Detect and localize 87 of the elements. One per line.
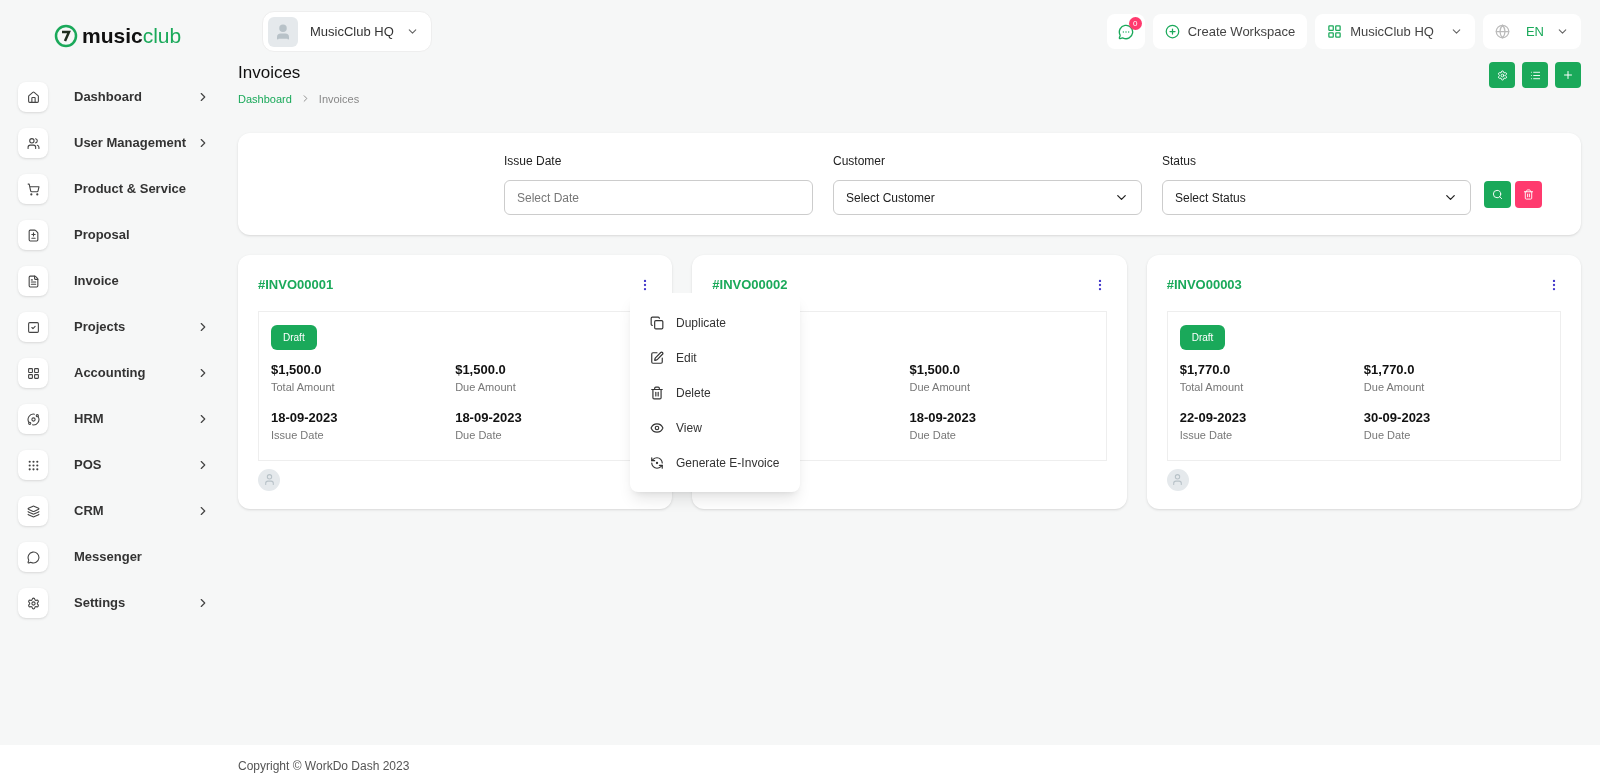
checkbox-icon bbox=[26, 320, 40, 334]
notification-badge: 0 bbox=[1128, 17, 1142, 30]
sidebar-item[interactable]: POS bbox=[18, 450, 216, 480]
copy-icon bbox=[650, 315, 664, 330]
trash-icon bbox=[650, 385, 664, 400]
add-button[interactable] bbox=[1555, 62, 1581, 88]
workspace-selector[interactable]: MusicClub HQ bbox=[262, 11, 432, 52]
settings-icon bbox=[26, 596, 40, 610]
sidebar-item[interactable]: User Management bbox=[18, 128, 216, 158]
menu-item[interactable]: Generate E-Invoice bbox=[630, 445, 800, 480]
amount-label: Total Amount bbox=[1179, 380, 1245, 395]
amount-label: Due Date bbox=[455, 428, 503, 443]
cart-icon bbox=[26, 182, 40, 196]
sidebar-item[interactable]: Accounting bbox=[18, 358, 216, 388]
sidebar-item[interactable]: HRM bbox=[18, 404, 216, 434]
orbit-icon bbox=[26, 412, 40, 426]
amount-value: $1,770.0 bbox=[1179, 360, 1232, 379]
list-icon bbox=[1529, 69, 1541, 81]
amount-label: Due Date bbox=[1363, 428, 1412, 443]
select-field[interactable]: Select Customer bbox=[833, 180, 1142, 215]
filter-label: Issue Date bbox=[504, 153, 563, 170]
menu-item[interactable]: View bbox=[630, 410, 800, 445]
sidebar-item[interactable]: Product & Service bbox=[18, 174, 216, 204]
filter-label: Customer bbox=[833, 153, 886, 170]
sidebar-item[interactable]: Proposal bbox=[18, 220, 216, 250]
amount-value: 22-09-2023 bbox=[1179, 408, 1248, 427]
dots-icon bbox=[26, 458, 40, 472]
amount-value: 18-09-2023 bbox=[455, 408, 523, 427]
settings-icon bbox=[1496, 69, 1508, 81]
sidebar-item[interactable]: Dashboard bbox=[18, 82, 216, 112]
amount-value: $1,500.0 bbox=[909, 360, 962, 379]
avatar-icon bbox=[258, 468, 280, 491]
sidebar-item[interactable]: Projects bbox=[18, 312, 216, 342]
chat-icon bbox=[26, 550, 40, 564]
amount-value: 18-09-2023 bbox=[909, 408, 977, 427]
search-button[interactable] bbox=[1484, 181, 1511, 208]
breadcrumb-current: Invoices bbox=[318, 91, 360, 107]
eye-icon bbox=[650, 420, 664, 435]
amount-label: Total Amount bbox=[271, 380, 336, 395]
amount-label: Due Amount bbox=[455, 380, 517, 395]
menu-item[interactable]: Delete bbox=[630, 375, 800, 410]
amount-label: Issue Date bbox=[271, 428, 325, 443]
sidebar-item[interactable]: CRM bbox=[18, 496, 216, 526]
amount-value: 18-09-2023 bbox=[271, 408, 339, 427]
plus-icon bbox=[1562, 69, 1574, 81]
menu-item[interactable]: Edit bbox=[630, 340, 800, 375]
logo[interactable]: musicclub bbox=[54, 22, 238, 50]
trash-icon bbox=[1523, 189, 1534, 200]
avatar-icon bbox=[1166, 468, 1189, 491]
amount-label: Due Amount bbox=[909, 380, 972, 395]
amount-value: 30-09-2023 bbox=[1363, 408, 1432, 427]
list-view-button[interactable] bbox=[1522, 62, 1548, 88]
amount-label: Due Date bbox=[909, 428, 957, 443]
user-icon bbox=[274, 22, 292, 41]
settings-button[interactable] bbox=[1489, 62, 1515, 88]
pencil-icon bbox=[650, 350, 664, 365]
amount-value: $1,500.0 bbox=[271, 360, 323, 379]
users-icon bbox=[26, 136, 40, 150]
file-compare-icon bbox=[26, 228, 40, 242]
page-title: Invoices bbox=[238, 62, 302, 84]
sidebar-item[interactable]: Invoice bbox=[18, 266, 216, 296]
footer-copyright: Copyright © WorkDo Dash 2023 bbox=[238, 759, 410, 773]
filter-label: Status bbox=[1162, 153, 1198, 170]
plus-circle-icon bbox=[1164, 24, 1180, 39]
workspace-dropdown[interactable]: MusicClub HQ bbox=[1315, 14, 1475, 49]
sidebar-item[interactable]: Messenger bbox=[18, 542, 216, 572]
search-icon bbox=[1492, 189, 1503, 200]
status-badge: Draft bbox=[1179, 324, 1226, 350]
clear-filter-button[interactable] bbox=[1515, 181, 1542, 208]
chat-icon bbox=[1117, 23, 1134, 40]
amount-value: $1,770.0 bbox=[1363, 360, 1416, 379]
apps-icon bbox=[1327, 24, 1343, 39]
grid-icon bbox=[26, 366, 40, 380]
amount-value: $1,500.0 bbox=[455, 360, 507, 379]
amount-label: Due Amount bbox=[1363, 380, 1426, 395]
document-icon bbox=[26, 274, 40, 288]
select-field[interactable]: Select Status bbox=[1162, 180, 1471, 215]
menu-item[interactable]: Duplicate bbox=[630, 305, 800, 340]
arrows-icon bbox=[650, 455, 664, 470]
home-icon bbox=[26, 90, 40, 104]
sidebar-item[interactable]: Settings bbox=[18, 588, 216, 618]
date-field[interactable]: Select Date bbox=[504, 180, 813, 215]
create-workspace-button[interactable]: Create Workspace bbox=[1152, 14, 1308, 49]
amount-label: Issue Date bbox=[1179, 428, 1234, 443]
globe-icon bbox=[1494, 24, 1510, 39]
status-badge: Draft bbox=[271, 324, 317, 350]
layers-icon bbox=[26, 504, 40, 518]
